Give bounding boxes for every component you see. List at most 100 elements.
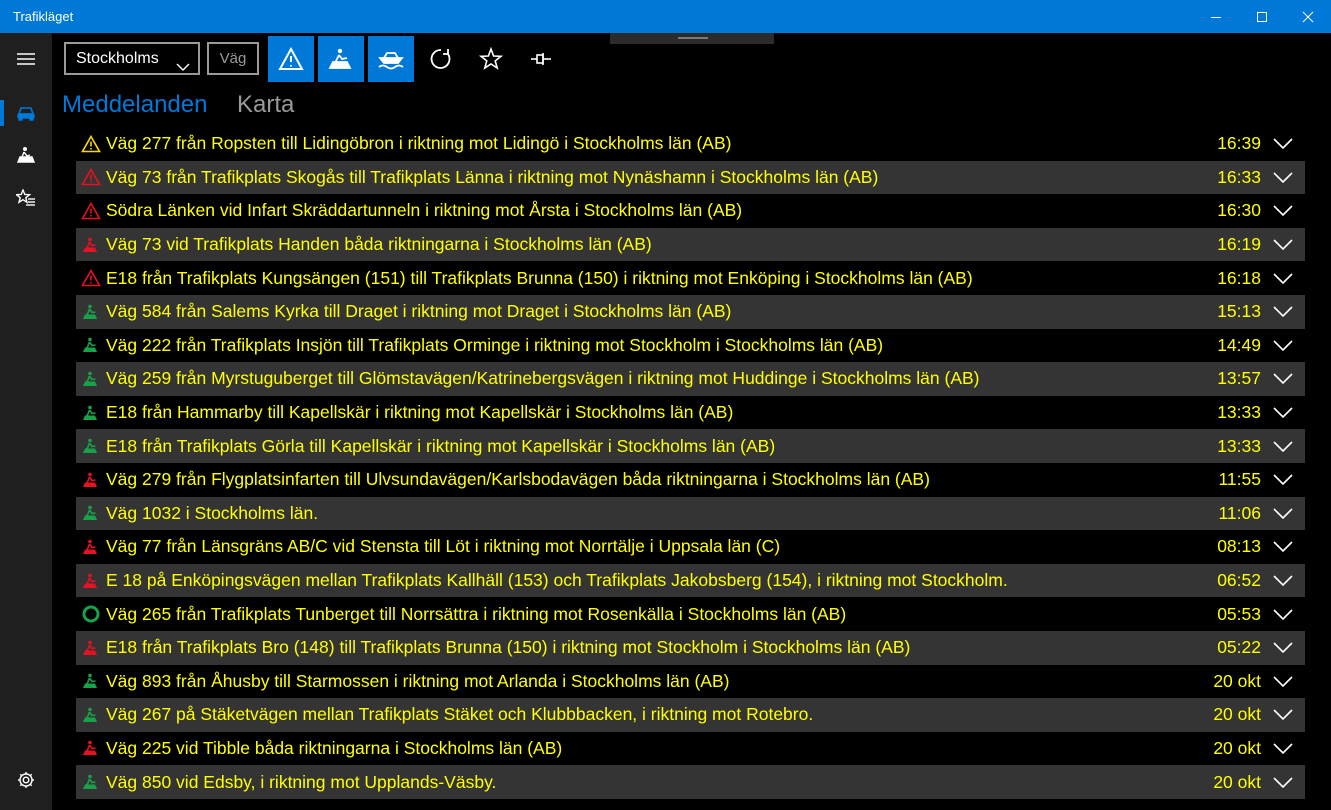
message-row[interactable]: Väg 222 från Trafikplats Insjön till Tra… <box>76 329 1305 363</box>
message-row[interactable]: Väg 277 från Ropsten till Lidingöbron i … <box>76 127 1305 161</box>
message-text: Väg 279 från Flygplatsinfarten till Ulvs… <box>106 469 930 490</box>
message-row[interactable]: Väg 850 vid Edsby, i riktning mot Upplan… <box>76 765 1305 799</box>
message-time: 11:06 <box>1218 502 1262 523</box>
settings-button[interactable] <box>0 758 52 802</box>
message-row[interactable]: Väg 259 från Myrstuguberget till Glömsta… <box>76 362 1305 396</box>
message-text: Väg 893 från Åhusby till Starmossen i ri… <box>106 670 730 691</box>
expand-chevron-icon[interactable] <box>1261 497 1305 530</box>
message-row[interactable]: Väg 73 vid Trafikplats Handen båda riktn… <box>76 227 1305 262</box>
expand-chevron-icon[interactable] <box>1261 430 1305 463</box>
pin-button[interactable] <box>518 36 564 82</box>
expand-chevron-icon[interactable] <box>1261 295 1305 328</box>
message-time: 05:22 <box>1217 637 1261 658</box>
tab-karta[interactable]: Karta <box>237 91 294 119</box>
tab-meddelanden[interactable]: Meddelanden <box>62 91 207 119</box>
maximize-button[interactable] <box>1239 0 1285 33</box>
hamburger-menu-button[interactable] <box>0 37 52 81</box>
roadwork-icon <box>76 463 106 496</box>
title-bar: Trafikläget <box>0 0 1331 33</box>
expand-chevron-icon[interactable] <box>1261 530 1305 563</box>
message-time: 13:33 <box>1217 435 1261 456</box>
expand-chevron-icon[interactable] <box>1261 598 1305 631</box>
message-row[interactable]: E18 från Trafikplats Görla till Kapellsk… <box>76 429 1305 463</box>
message-time: 20 okt <box>1213 704 1261 725</box>
message-text: Väg 1032 i Stockholms län. <box>106 502 319 523</box>
expand-chevron-icon[interactable] <box>1261 732 1305 765</box>
expand-chevron-icon[interactable] <box>1261 362 1305 395</box>
minimize-icon <box>1211 16 1221 18</box>
message-row[interactable]: Väg 893 från Åhusby till Starmossen i ri… <box>76 665 1305 699</box>
chevron-down-icon <box>176 53 190 82</box>
message-row[interactable]: E18 från Trafikplats Kungsängen (151) ti… <box>76 261 1305 295</box>
main-content: Stockholms Väg Meddelanden Karta Väg 277… <box>52 33 1331 810</box>
drag-grip[interactable] <box>610 33 774 44</box>
message-row[interactable]: Väg 267 på Stäketvägen mellan Trafikplat… <box>76 698 1305 732</box>
expand-chevron-icon[interactable] <box>1261 698 1305 731</box>
message-text: Väg 73 vid Trafikplats Handen båda riktn… <box>106 234 652 255</box>
message-row[interactable]: Väg 77 från Länsgräns AB/C vid Stensta t… <box>76 530 1305 564</box>
message-row[interactable]: Södra Länken vid Infart Skräddartunneln … <box>76 194 1305 228</box>
expand-chevron-icon[interactable] <box>1261 665 1305 698</box>
message-time: 15:13 <box>1217 301 1261 322</box>
roadwork-icon <box>76 564 106 597</box>
refresh-icon <box>430 49 451 69</box>
expand-chevron-icon[interactable] <box>1261 396 1305 429</box>
message-row[interactable]: Väg 265 från Trafikplats Tunberget till … <box>76 597 1305 631</box>
message-row[interactable]: Väg 225 vid Tibble båda riktningarna i S… <box>76 732 1305 766</box>
message-text: E18 från Trafikplats Bro (148) till Traf… <box>106 637 911 658</box>
window-title: Trafikläget <box>13 9 74 24</box>
expand-chevron-icon[interactable] <box>1261 262 1305 295</box>
minimize-button[interactable] <box>1193 0 1239 33</box>
county-dropdown[interactable]: Stockholms <box>64 42 200 75</box>
message-row[interactable]: Väg 1032 i Stockholms län. 11:06 <box>76 496 1305 531</box>
sidebar-item-favorites[interactable] <box>0 176 52 220</box>
refresh-button[interactable] <box>418 36 464 82</box>
expand-chevron-icon[interactable] <box>1261 194 1305 227</box>
message-text: Väg 77 från Länsgräns AB/C vid Stensta t… <box>106 536 781 557</box>
sidebar-item-roadwork[interactable] <box>0 133 52 177</box>
roadwork-icon <box>76 362 106 395</box>
close-button[interactable] <box>1285 0 1331 33</box>
message-text: Väg 259 från Myrstuguberget till Glömsta… <box>106 368 980 389</box>
expand-chevron-icon[interactable] <box>1261 127 1305 160</box>
star-list-icon <box>16 189 35 206</box>
message-text: E 18 på Enköpingsvägen mellan Trafikplat… <box>106 570 1008 591</box>
message-time: 05:53 <box>1217 603 1261 624</box>
roadwork-icon <box>76 228 106 261</box>
message-text: E18 från Trafikplats Kungsängen (151) ti… <box>106 267 973 288</box>
roadwork-icon <box>328 48 352 69</box>
roadwork-icon <box>76 766 106 799</box>
message-text: Väg 267 på Stäketvägen mellan Trafikplat… <box>106 704 814 725</box>
message-row[interactable]: E18 från Hammarby till Kapellskär i rikt… <box>76 396 1305 430</box>
expand-chevron-icon[interactable] <box>1261 161 1305 194</box>
roadwork-icon <box>76 732 106 765</box>
filter-ferry-button[interactable] <box>368 36 414 82</box>
expand-chevron-icon[interactable] <box>1261 766 1305 799</box>
roadwork-icon <box>16 147 36 163</box>
message-row[interactable]: Väg 279 från Flygplatsinfarten till Ulvs… <box>76 463 1305 497</box>
message-time: 16:30 <box>1217 200 1261 221</box>
warning-icon <box>76 194 106 227</box>
star-icon <box>479 47 503 70</box>
message-row[interactable]: E 18 på Enköpingsvägen mellan Trafikplat… <box>76 563 1305 598</box>
road-search-input[interactable]: Väg <box>207 42 259 75</box>
message-text: Väg 265 från Trafikplats Tunberget till … <box>106 603 847 624</box>
message-time: 20 okt <box>1213 771 1261 792</box>
expand-chevron-icon[interactable] <box>1261 228 1305 261</box>
message-row[interactable]: Väg 73 från Trafikplats Skogås till Traf… <box>76 160 1305 195</box>
roadwork-icon <box>76 497 106 530</box>
expand-chevron-icon[interactable] <box>1261 463 1305 496</box>
filter-roadwork-button[interactable] <box>318 36 364 82</box>
message-time: 14:49 <box>1217 334 1261 355</box>
message-row[interactable]: E18 från Trafikplats Bro (148) till Traf… <box>76 630 1305 665</box>
expand-chevron-icon[interactable] <box>1261 564 1305 597</box>
filter-warnings-button[interactable] <box>268 36 314 82</box>
expand-chevron-icon[interactable] <box>1261 631 1305 664</box>
sidebar-item-traffic[interactable] <box>0 91 52 135</box>
expand-chevron-icon[interactable] <box>1261 329 1305 362</box>
message-text: Väg 225 vid Tibble båda riktningarna i S… <box>106 737 563 758</box>
message-row[interactable]: Väg 584 från Salems Kyrka till Draget i … <box>76 294 1305 329</box>
warning-icon <box>76 161 106 194</box>
message-text: E18 från Trafikplats Görla till Kapellsk… <box>106 435 776 456</box>
favorite-button[interactable] <box>468 36 514 82</box>
